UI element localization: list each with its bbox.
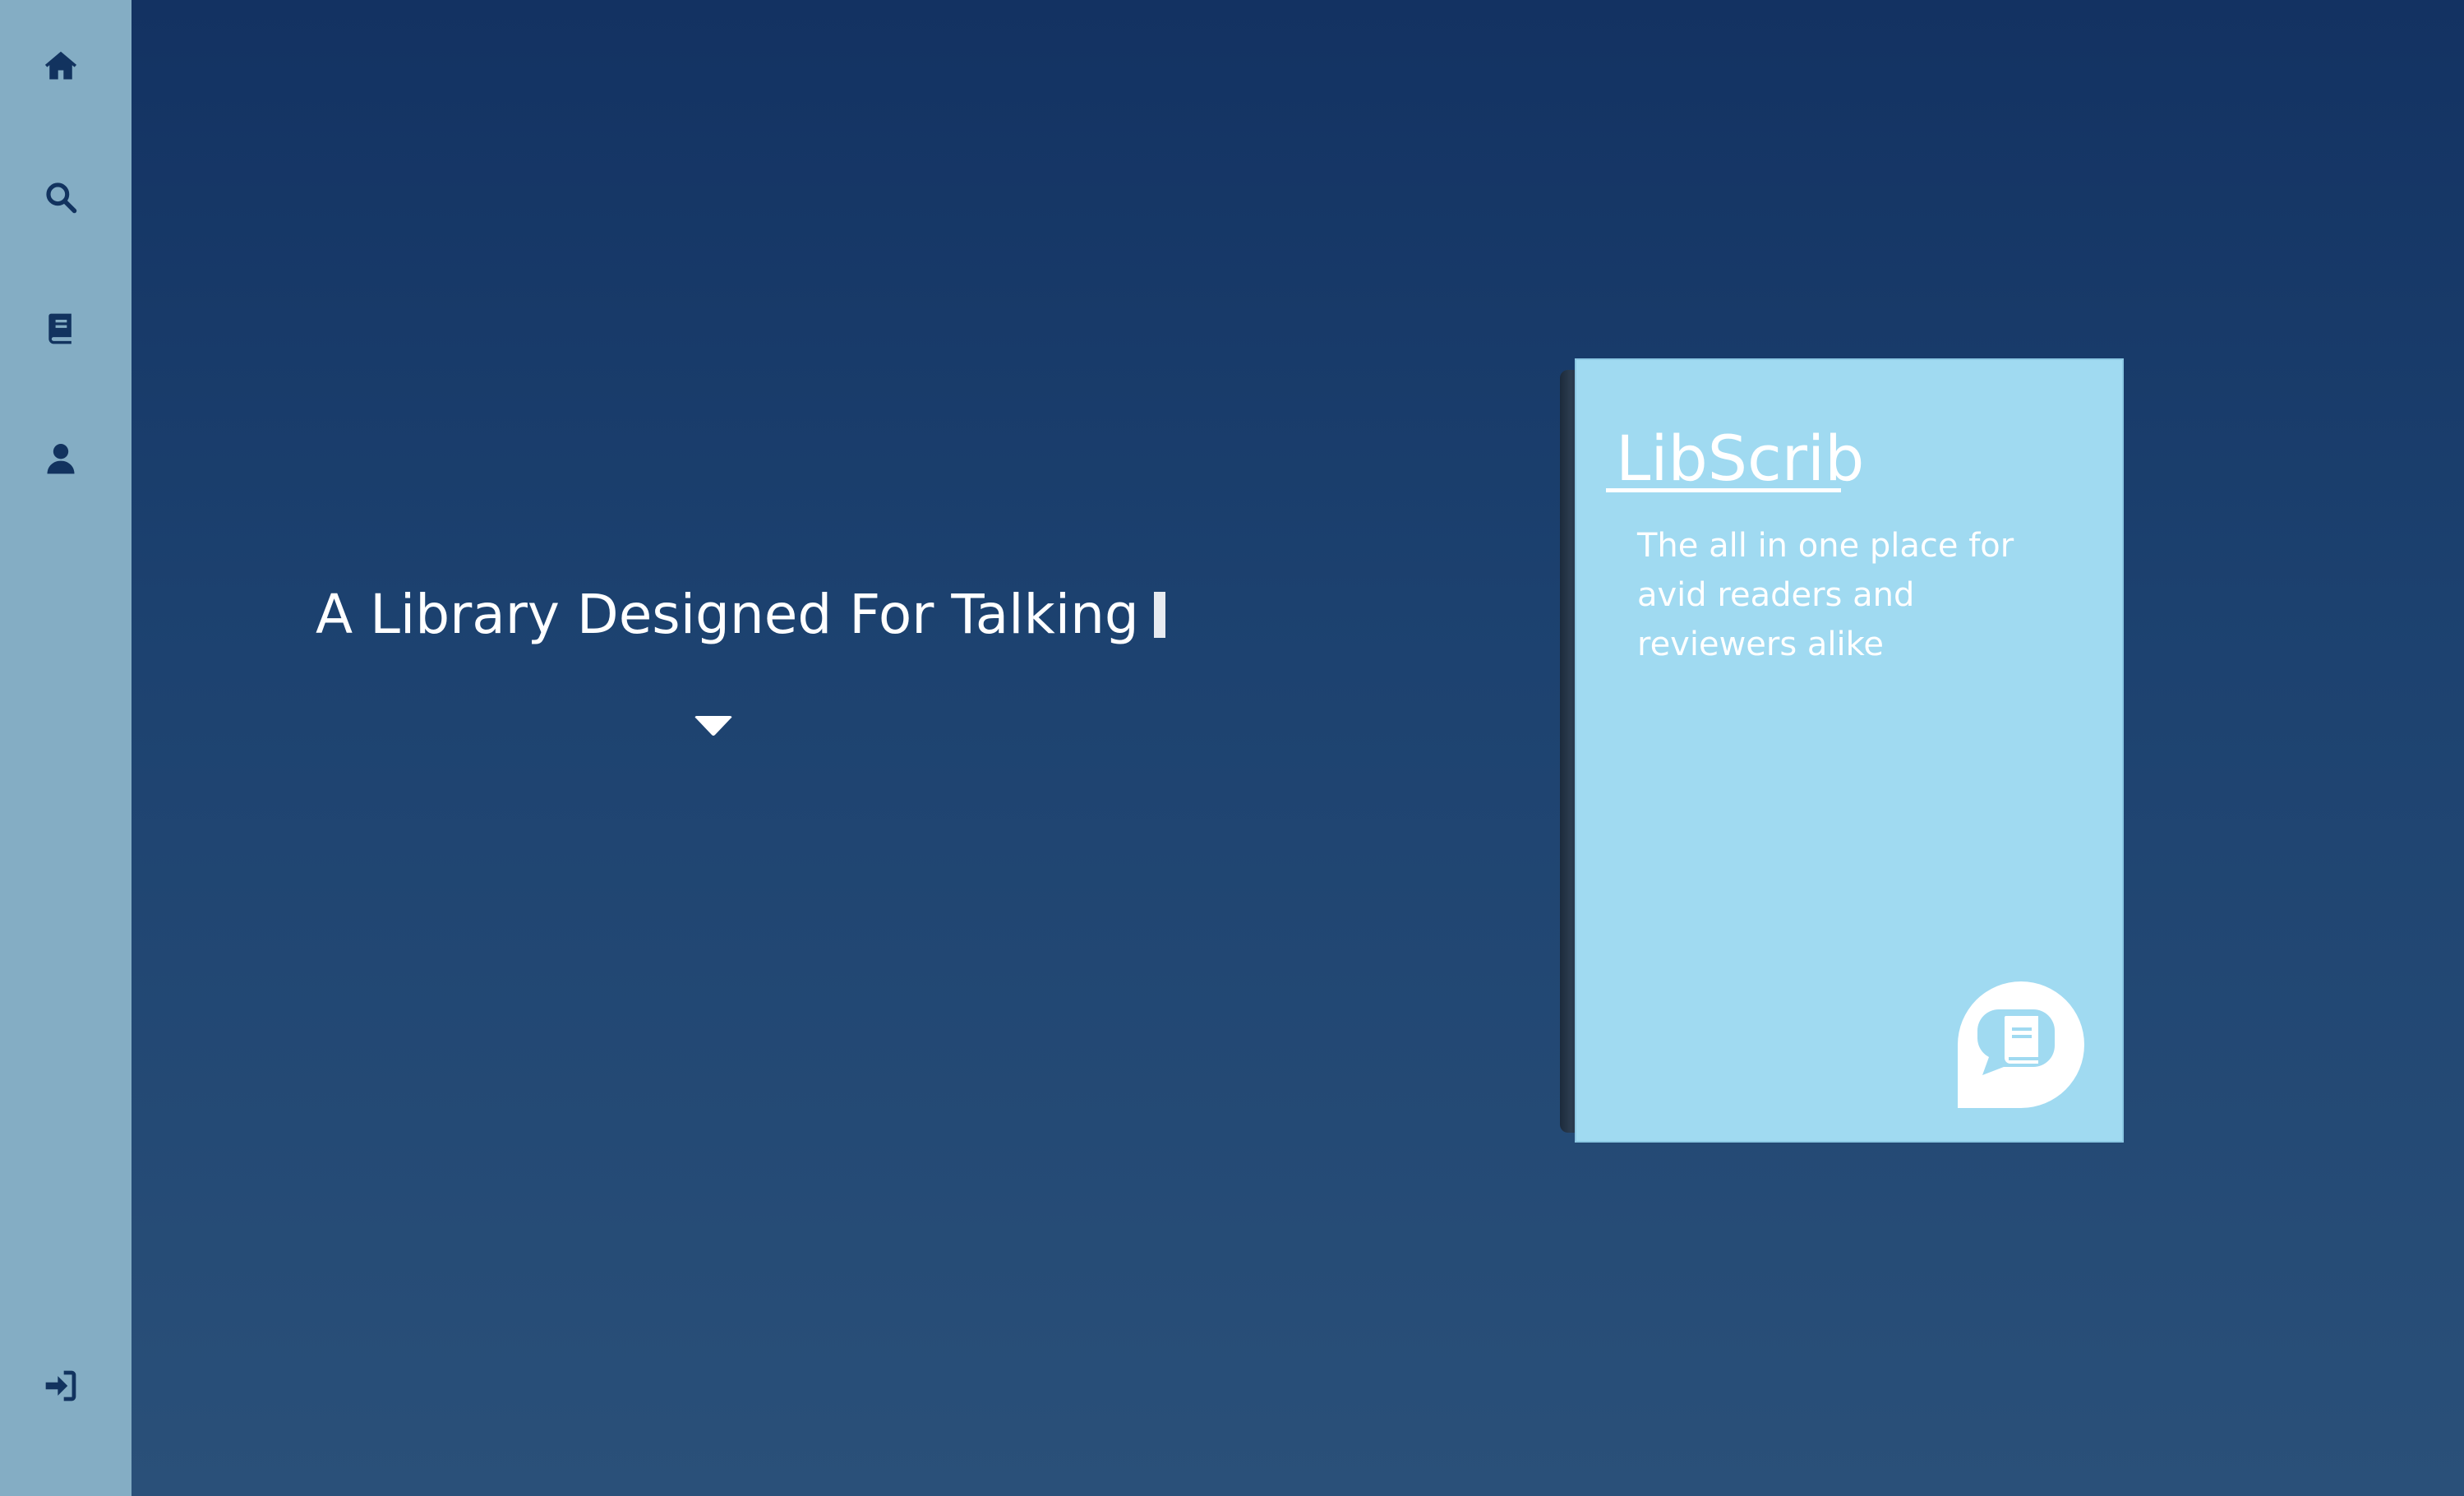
search-icon bbox=[43, 179, 79, 215]
brand-underline bbox=[1606, 488, 1841, 492]
caret-down-icon bbox=[694, 713, 733, 741]
tagline: The all in one place for avid readers an… bbox=[1637, 527, 2014, 663]
sidebar-item-search[interactable] bbox=[28, 164, 94, 230]
chat-book-icon bbox=[1956, 980, 2086, 1110]
home-icon bbox=[43, 48, 79, 84]
brand-title: LibScrib bbox=[1616, 422, 1865, 495]
sidebar-item-books[interactable] bbox=[28, 296, 94, 362]
book-icon bbox=[43, 311, 79, 347]
sidebar bbox=[0, 0, 132, 1496]
hero-title-text: A Library Designed For Talking bbox=[316, 583, 1139, 646]
logo-badge bbox=[1956, 980, 2086, 1110]
sidebar-item-profile[interactable] bbox=[28, 426, 94, 492]
sign-in-icon bbox=[43, 1368, 79, 1404]
book-card: LibScrib The all in one place for avid r… bbox=[1560, 358, 2125, 1144]
sidebar-item-sign-in[interactable] bbox=[28, 1353, 94, 1419]
hero-title: A Library Designed For Talking bbox=[316, 575, 1165, 654]
sidebar-item-home[interactable] bbox=[28, 33, 94, 99]
app-window: A Library Designed For Talking LibScrib … bbox=[0, 0, 2464, 1496]
scroll-down-button[interactable] bbox=[694, 713, 733, 741]
book-cover: LibScrib The all in one place for avid r… bbox=[1575, 358, 2124, 1143]
typing-cursor bbox=[1153, 592, 1165, 638]
user-icon bbox=[43, 441, 79, 477]
